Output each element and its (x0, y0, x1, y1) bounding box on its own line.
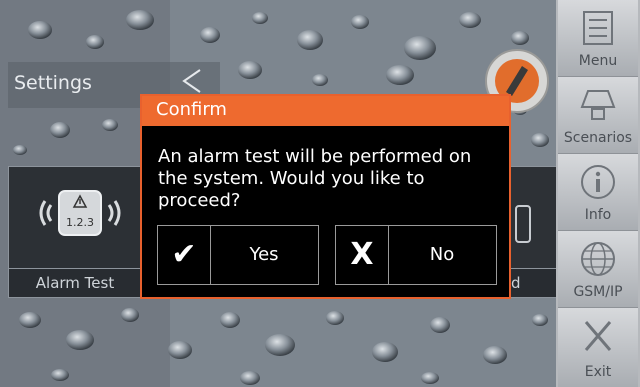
sidebar-item-label: Exit (584, 364, 612, 380)
checkmark-icon: ✔ (158, 226, 211, 284)
device-icon (515, 205, 531, 243)
alarm-test-icon: 1.2.3 (39, 190, 121, 236)
sidebar-item-exit[interactable]: Exit (558, 308, 638, 387)
confirm-dialog: Confirm An alarm test will be performed … (140, 94, 511, 299)
tile-label-partial: d (511, 274, 521, 292)
no-button-label: No (429, 244, 455, 265)
sidebar-item-label: GSM/IP (573, 284, 623, 300)
dialog-header: Confirm (142, 96, 509, 126)
globe-icon (581, 242, 615, 276)
partial-tile[interactable]: d (510, 166, 560, 298)
no-button[interactable]: X No (335, 225, 497, 285)
screen: Settings 1.2.3 Alarm Test d Menu Scenari… (0, 0, 640, 387)
yes-button[interactable]: ✔ Yes (157, 225, 319, 285)
sidebar: Menu Scenarios Info GSM/IP Exit (556, 0, 640, 387)
sidebar-item-menu[interactable]: Menu (558, 0, 638, 77)
alarm-test-badge: 1.2.3 (66, 216, 94, 229)
sidebar-item-scenarios[interactable]: Scenarios (558, 77, 638, 154)
sidebar-item-label: Info (584, 207, 612, 223)
tile-label-alarm-test: Alarm Test (35, 274, 115, 292)
sidebar-item-gsm-ip[interactable]: GSM/IP (558, 231, 638, 308)
dialog-title: Confirm (156, 99, 227, 120)
alarm-test-tile[interactable]: 1.2.3 Alarm Test (8, 166, 142, 298)
menu-icon (583, 11, 613, 45)
sidebar-item-label: Scenarios (563, 130, 633, 146)
exit-icon (584, 321, 612, 351)
info-icon (581, 165, 615, 199)
dialog-message: An alarm test will be performed on the s… (158, 146, 472, 211)
sidebar-item-info[interactable]: Info (558, 154, 638, 231)
yes-button-label: Yes (249, 244, 279, 265)
back-arrow-icon[interactable] (180, 68, 204, 94)
close-icon: X (336, 226, 389, 284)
page-title: Settings (14, 72, 92, 94)
sidebar-item-label: Menu (578, 53, 618, 69)
scenarios-icon (580, 90, 616, 120)
